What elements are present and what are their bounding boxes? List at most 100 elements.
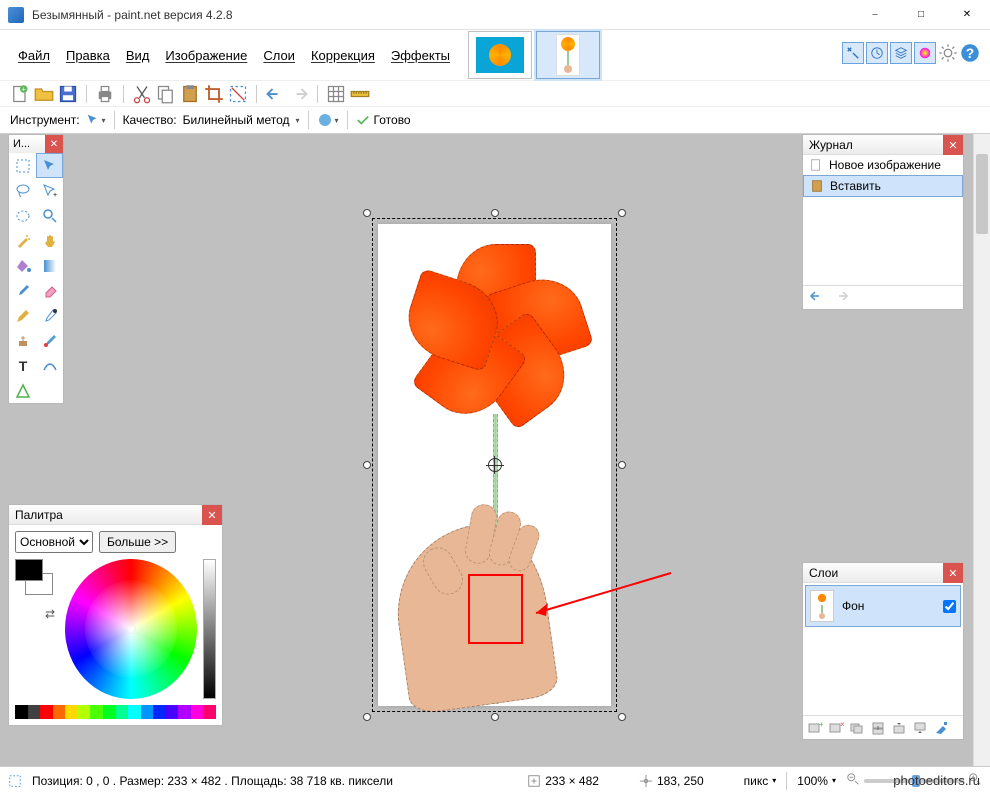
menu-edit[interactable]: Правка — [58, 44, 118, 67]
instrument-label: Инструмент: — [10, 113, 80, 127]
paste-icon[interactable] — [180, 84, 200, 104]
colors-panel: Палитра✕ Основной Больше >> ⇄ — [8, 504, 223, 726]
tool-pan[interactable] — [36, 228, 63, 253]
redo-icon[interactable] — [289, 84, 309, 104]
menu-adjustments[interactable]: Коррекция — [303, 44, 383, 67]
help-icon[interactable]: ? — [960, 43, 980, 63]
swap-colors-icon[interactable]: ⇄ — [45, 607, 59, 621]
tool-clone-stamp[interactable] — [9, 328, 36, 353]
vertical-scrollbar[interactable] — [973, 134, 990, 766]
ruler-icon[interactable] — [350, 84, 370, 104]
cut-icon[interactable] — [132, 84, 152, 104]
deselect-icon[interactable] — [228, 84, 248, 104]
tool-ellipse-select[interactable] — [9, 203, 36, 228]
menu-file[interactable]: Файл — [10, 44, 58, 67]
menu-bar: Файл Правка Вид Изображение Слои Коррекц… — [0, 30, 990, 80]
delete-layer-icon[interactable]: × — [826, 718, 846, 738]
colors-toggle-button[interactable] — [914, 42, 936, 64]
settings-icon[interactable] — [938, 43, 958, 63]
selection-center-anchor[interactable] — [488, 458, 502, 472]
menu-layers[interactable]: Слои — [255, 44, 303, 67]
new-file-icon[interactable]: + — [10, 84, 30, 104]
color-palette-strip[interactable] — [15, 705, 216, 719]
tool-paint-bucket[interactable] — [9, 253, 36, 278]
tool-text[interactable]: T — [9, 353, 36, 378]
quality-dropdown-icon[interactable]: ▾ — [296, 116, 300, 125]
tool-recolor[interactable] — [36, 328, 63, 353]
crop-icon[interactable] — [204, 84, 224, 104]
menu-effects[interactable]: Эффекты — [383, 44, 458, 67]
close-button[interactable]: ✕ — [944, 0, 990, 30]
document-thumb-2[interactable] — [536, 31, 600, 79]
window-title: Безымянный - paint.net версия 4.2.8 — [32, 8, 852, 22]
redo-icon[interactable] — [833, 288, 849, 307]
tool-rect-select[interactable] — [9, 153, 36, 178]
copy-icon[interactable] — [156, 84, 176, 104]
history-panel-close[interactable]: ✕ — [943, 135, 963, 155]
undo-icon[interactable] — [809, 288, 825, 307]
instrument-picker[interactable]: ▾ — [86, 113, 106, 127]
history-item[interactable]: Новое изображение — [803, 155, 963, 175]
move-layer-down-icon[interactable] — [910, 718, 930, 738]
minimize-button[interactable]: – — [852, 0, 898, 30]
layer-properties-icon[interactable] — [931, 718, 951, 738]
tool-gradient[interactable] — [36, 253, 63, 278]
quality-label: Качество: — [123, 113, 177, 127]
canvas[interactable] — [378, 224, 611, 706]
layers-toggle-button[interactable] — [890, 42, 912, 64]
tool-color-picker[interactable] — [36, 303, 63, 328]
zoom-value[interactable]: 100% — [797, 774, 828, 788]
tool-eraser[interactable] — [36, 278, 63, 303]
tools-panel-title: И... — [13, 138, 30, 150]
more-colors-button[interactable]: Больше >> — [99, 531, 176, 553]
units-label[interactable]: пикс — [744, 774, 769, 788]
color-wheel[interactable] — [65, 559, 197, 699]
layer-thumbnail — [810, 590, 834, 622]
document-thumbnails — [468, 31, 600, 79]
annotation-red-box — [468, 574, 523, 644]
history-toggle-button[interactable] — [866, 42, 888, 64]
lightness-slider[interactable] — [203, 559, 216, 699]
tool-shapes[interactable] — [9, 378, 36, 403]
document-thumb-1[interactable] — [468, 31, 532, 79]
layer-name: Фон — [842, 599, 935, 613]
color-swatch-pair[interactable] — [15, 559, 59, 603]
quality-value[interactable]: Билинейный метод — [183, 113, 290, 127]
menu-image[interactable]: Изображение — [157, 44, 255, 67]
tool-magic-wand[interactable] — [9, 228, 36, 253]
layer-item[interactable]: Фон — [805, 585, 961, 627]
svg-text:×: × — [840, 720, 844, 729]
duplicate-layer-icon[interactable] — [847, 718, 867, 738]
zoom-out-icon[interactable] — [846, 772, 860, 789]
tool-move-pixels[interactable]: + — [36, 178, 63, 203]
move-layer-up-icon[interactable] — [889, 718, 909, 738]
open-file-icon[interactable] — [34, 84, 54, 104]
layer-visible-checkbox[interactable] — [943, 600, 956, 613]
tool-line[interactable] — [36, 353, 63, 378]
history-item[interactable]: Вставить — [803, 175, 963, 197]
tool-move-selection[interactable] — [36, 153, 63, 178]
color-mode-select[interactable]: Основной — [15, 531, 93, 553]
tools-panel-close[interactable]: ✕ — [45, 135, 63, 153]
tool-lasso[interactable] — [9, 178, 36, 203]
add-layer-icon[interactable]: + — [805, 718, 825, 738]
undo-icon[interactable] — [265, 84, 285, 104]
tool-zoom[interactable] — [36, 203, 63, 228]
tool-pencil[interactable] — [9, 303, 36, 328]
workspace: И...✕ + T Журнал✕ Новое изо — [0, 134, 990, 766]
tool-options-bar: Инструмент: ▾ Качество: Билинейный метод… — [0, 106, 990, 134]
merge-layer-icon[interactable] — [868, 718, 888, 738]
tools-toggle-button[interactable] — [842, 42, 864, 64]
save-file-icon[interactable] — [58, 84, 78, 104]
layers-panel-close[interactable]: ✕ — [943, 563, 963, 583]
menu-view[interactable]: Вид — [118, 44, 158, 67]
grid-icon[interactable] — [326, 84, 346, 104]
print-icon[interactable] — [95, 84, 115, 104]
colors-panel-close[interactable]: ✕ — [202, 505, 222, 525]
sampling-picker[interactable]: ▾ — [317, 112, 339, 128]
selection-info-icon — [8, 774, 22, 788]
svg-text:?: ? — [966, 46, 974, 61]
tool-paintbrush[interactable] — [9, 278, 36, 303]
maximize-button[interactable]: □ — [898, 0, 944, 30]
layers-panel: Слои✕ Фон + × — [802, 562, 964, 740]
